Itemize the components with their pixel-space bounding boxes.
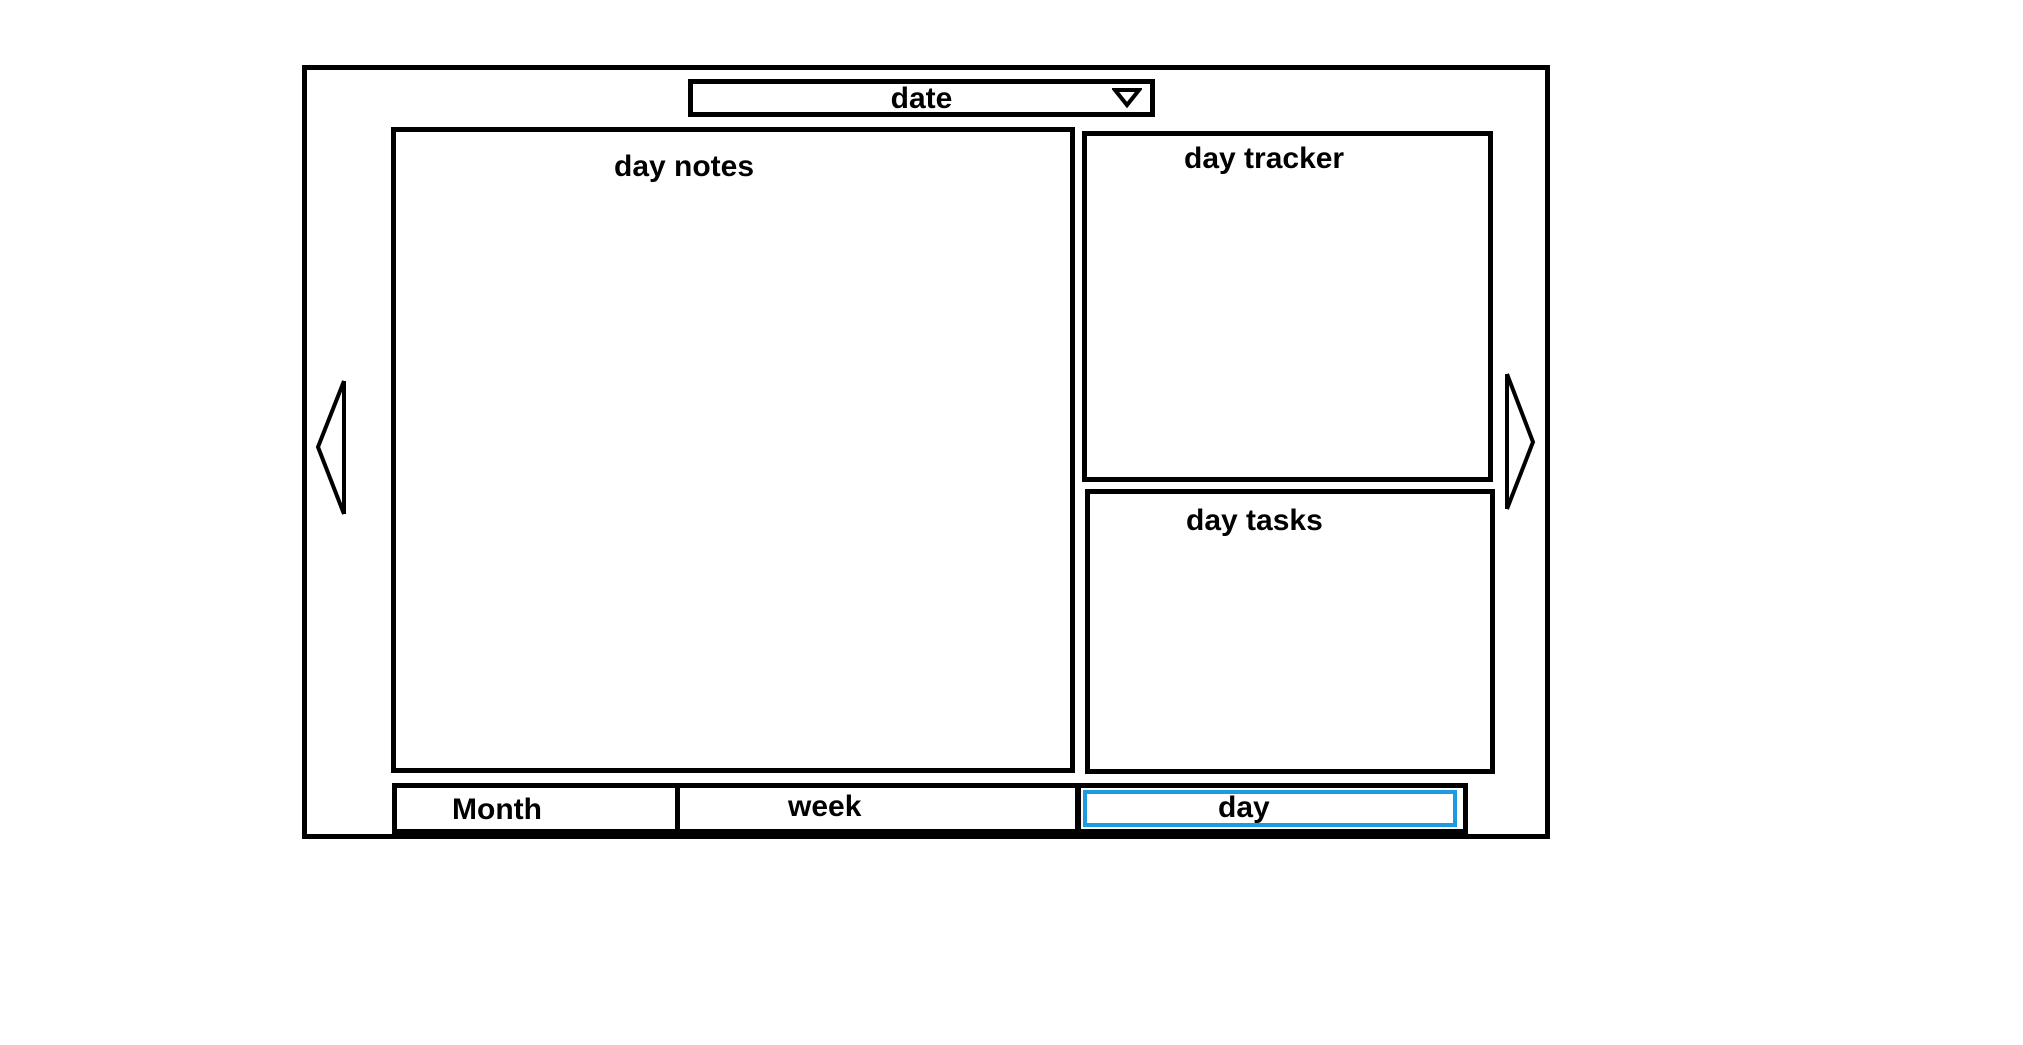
day-notes-title: day notes (614, 150, 755, 183)
date-dropdown-label: date (890, 82, 953, 115)
day-tasks-panel[interactable]: day tasks (1085, 489, 1495, 774)
tab-day-selected-highlight (1083, 790, 1457, 827)
day-notes-panel[interactable]: day notes (391, 127, 1075, 773)
day-tracker-title: day tracker (1184, 142, 1345, 175)
day-tracker-panel[interactable]: day tracker (1082, 131, 1493, 482)
tab-week[interactable]: week (675, 783, 1080, 834)
tab-day-label: day (1218, 791, 1270, 824)
caret-down-icon (1112, 88, 1142, 109)
day-tasks-title: day tasks (1186, 504, 1323, 537)
chevron-right-icon[interactable] (1503, 372, 1537, 511)
chevron-left-icon[interactable] (314, 379, 348, 516)
date-dropdown[interactable]: date (688, 79, 1155, 117)
tab-day[interactable]: day (1076, 783, 1468, 834)
tab-month-label: Month (452, 793, 542, 826)
tab-week-label: week (788, 790, 862, 823)
tab-month[interactable]: Month (392, 783, 680, 834)
